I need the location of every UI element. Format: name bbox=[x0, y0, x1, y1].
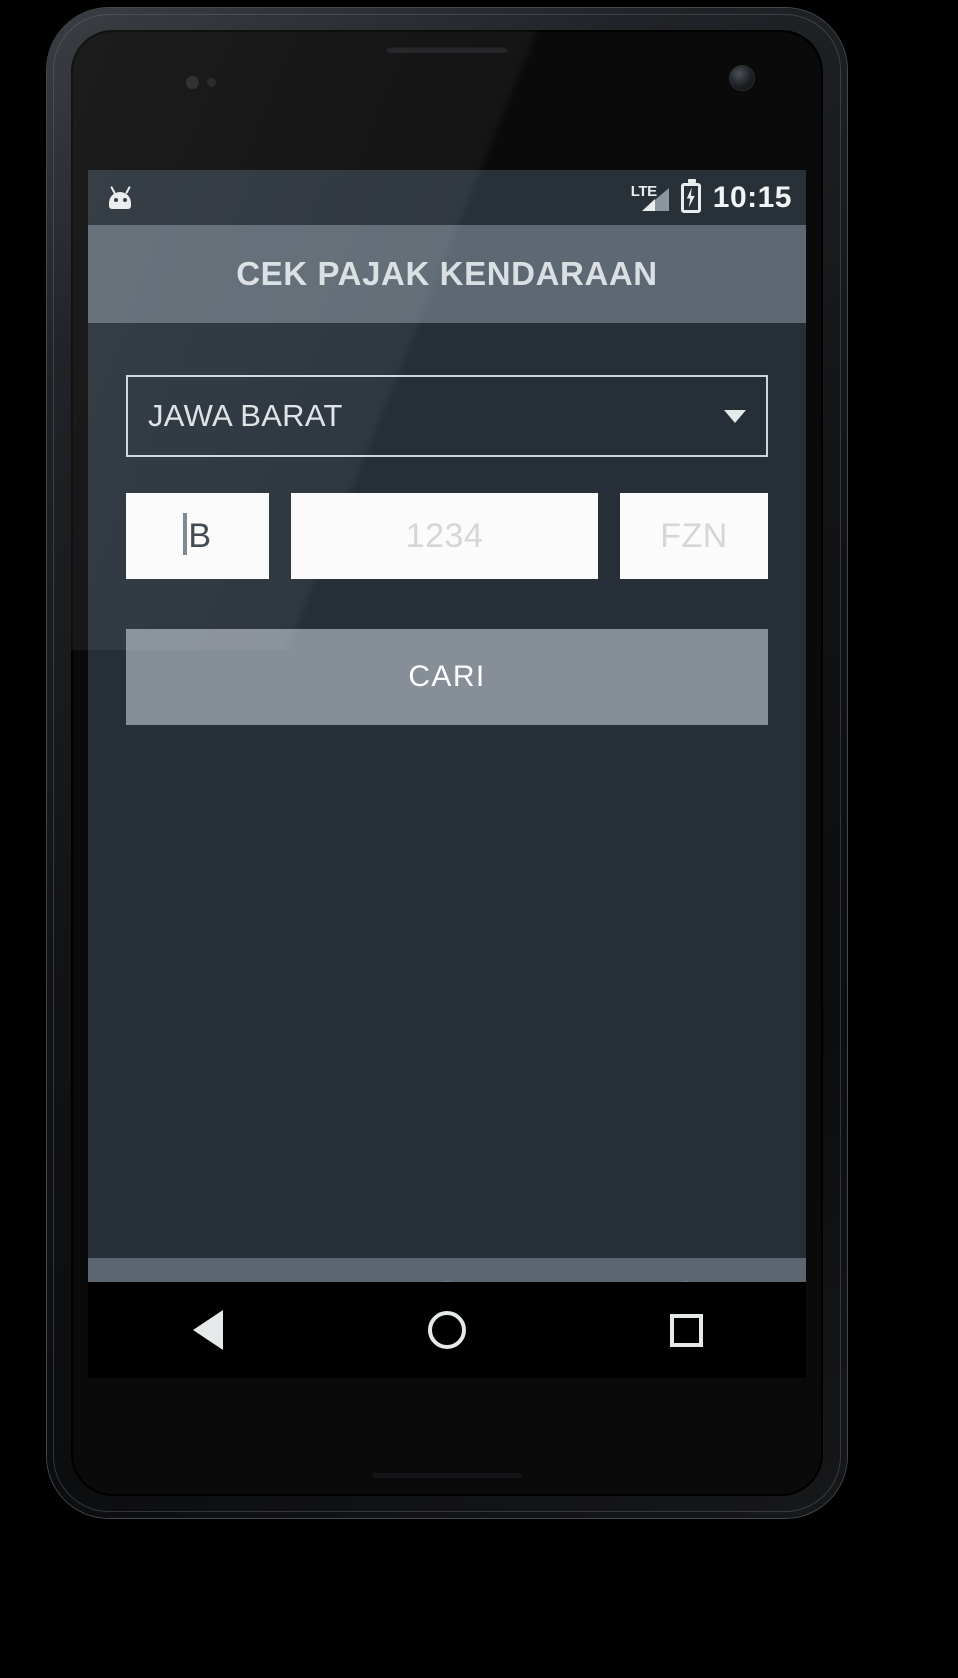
android-robot-icon bbox=[106, 185, 134, 211]
status-bar-left bbox=[106, 185, 134, 211]
plate-fields-row: B 1234 FZN bbox=[126, 493, 768, 579]
phone-screen: LTE 10:15 CEK PAJAK KENDARAAN JAWA BARAT bbox=[88, 170, 806, 1378]
nav-home-button[interactable] bbox=[327, 1311, 566, 1349]
plate-prefix-input[interactable]: B bbox=[126, 493, 269, 579]
app-action-bar: CEK PAJAK KENDARAAN bbox=[88, 225, 806, 323]
bottom-speaker-grille bbox=[372, 1473, 522, 1478]
search-button[interactable]: CARI bbox=[126, 629, 768, 725]
screenshot-root: LTE 10:15 CEK PAJAK KENDARAAN JAWA BARAT bbox=[0, 0, 958, 1678]
page-title: CEK PAJAK KENDARAAN bbox=[236, 255, 658, 292]
plate-prefix-value: B bbox=[188, 516, 212, 555]
search-button-label: CARI bbox=[408, 660, 486, 693]
earpiece-speaker bbox=[386, 46, 508, 53]
recents-square-icon bbox=[669, 1313, 703, 1347]
front-camera bbox=[730, 66, 754, 90]
proximity-sensor bbox=[186, 76, 199, 89]
home-circle-icon bbox=[427, 1311, 466, 1349]
nav-back-button[interactable] bbox=[88, 1310, 327, 1350]
region-spinner[interactable]: JAWA BARAT bbox=[126, 375, 768, 457]
battery-charging-icon bbox=[680, 178, 701, 213]
plate-suffix-input[interactable]: FZN bbox=[620, 493, 768, 579]
app-content: JAWA BARAT B 1234 FZN CARI bbox=[88, 375, 806, 1343]
signal-bars-icon: LTE bbox=[631, 183, 669, 213]
status-bar-right: LTE 10:15 bbox=[631, 178, 792, 215]
chevron-down-icon bbox=[724, 409, 746, 423]
light-sensor bbox=[207, 78, 216, 87]
nav-recents-button[interactable] bbox=[567, 1313, 806, 1347]
text-caret bbox=[183, 513, 188, 555]
plate-suffix-placeholder: FZN bbox=[660, 516, 728, 555]
android-nav-bar bbox=[88, 1282, 806, 1378]
back-triangle-icon bbox=[192, 1310, 223, 1350]
status-bar: LTE 10:15 bbox=[88, 170, 806, 225]
plate-number-placeholder: 1234 bbox=[405, 516, 484, 555]
plate-number-input[interactable]: 1234 bbox=[291, 493, 598, 579]
region-spinner-value: JAWA BARAT bbox=[148, 398, 343, 433]
status-bar-clock: 10:15 bbox=[712, 180, 792, 214]
